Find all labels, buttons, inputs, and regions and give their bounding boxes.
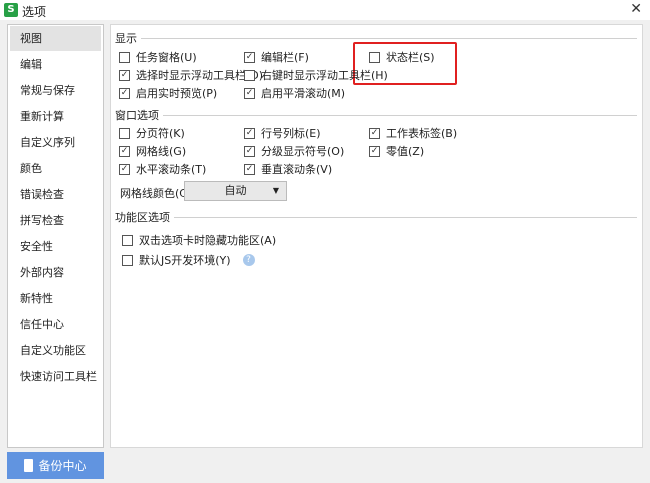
- checkbox-unchecked-icon[interactable]: [122, 234, 133, 246]
- checkbox-checked-icon[interactable]: ✓: [244, 51, 255, 63]
- checkbox-option[interactable]: ✓ 工作表标签(B): [369, 125, 457, 141]
- checkbox-label: 零值(Z): [386, 145, 425, 158]
- sidebar-item[interactable]: 新特性: [10, 286, 101, 311]
- checkbox-unchecked-icon[interactable]: [122, 254, 133, 266]
- checkbox-label: 任务窗格(U): [136, 51, 197, 64]
- checkbox-label: 启用平滑滚动(M): [261, 87, 346, 100]
- checkbox-unchecked-icon[interactable]: [244, 69, 255, 81]
- sidebar-item[interactable]: 快速访问工具栏: [10, 364, 101, 389]
- checkbox-option[interactable]: 右键时显示浮动工具栏(H): [244, 67, 388, 83]
- checkbox-label: 编辑栏(F): [261, 51, 309, 64]
- checkbox-option[interactable]: ✓ 网格线(G): [119, 143, 186, 159]
- checkbox-checked-icon[interactable]: ✓: [369, 127, 380, 139]
- section-window-header: 窗口选项: [115, 107, 637, 123]
- checkbox-checked-icon[interactable]: ✓: [119, 163, 130, 175]
- checkbox-label: 工作表标签(B): [386, 127, 458, 140]
- checkbox-unchecked-icon[interactable]: [119, 127, 130, 139]
- sidebar-item[interactable]: 常规与保存: [10, 78, 101, 103]
- section-title: 功能区选项: [115, 211, 170, 224]
- checkbox-label: 垂直滚动条(V): [261, 163, 333, 176]
- checkbox-label: 右键时显示浮动工具栏(H): [261, 69, 388, 82]
- section-ribbon-header: 功能区选项: [115, 209, 637, 225]
- checkbox-checked-icon[interactable]: ✓: [369, 145, 380, 157]
- help-icon[interactable]: ?: [242, 254, 255, 266]
- checkbox-checked-icon[interactable]: ✓: [244, 87, 255, 99]
- section-title: 窗口选项: [115, 109, 159, 122]
- close-button[interactable]: ✕: [630, 1, 642, 17]
- checkbox-option[interactable]: 双击选项卡时隐藏功能区(A): [122, 232, 276, 248]
- title-bar: S 选项 ✕: [0, 0, 650, 20]
- sidebar-item[interactable]: 重新计算: [10, 104, 101, 129]
- sidebar-item[interactable]: 错误检查: [10, 182, 101, 207]
- checkbox-option[interactable]: ✓ 启用平滑滚动(M): [244, 85, 345, 101]
- checkbox-option[interactable]: ✓ 启用实时预览(P): [119, 85, 217, 101]
- checkbox-label: 行号列标(E): [261, 127, 321, 140]
- divider: [163, 114, 637, 116]
- checkbox-option[interactable]: ✓ 行号列标(E): [244, 125, 321, 141]
- sidebar-item[interactable]: 颜色: [10, 156, 101, 181]
- checkbox-option[interactable]: 状态栏(S): [369, 49, 435, 65]
- checkbox-checked-icon[interactable]: ✓: [244, 163, 255, 175]
- sidebar: 视图 编辑 常规与保存 重新计算 自定义序列 颜色 错误检查 拼写检查 安全性 外部内容 新特性 信任…: [7, 24, 104, 448]
- sidebar-item[interactable]: 信任中心: [10, 312, 101, 337]
- checkbox-unchecked-icon[interactable]: [119, 51, 130, 63]
- checkbox-option[interactable]: 分页符(K): [119, 125, 185, 141]
- checkbox-option[interactable]: ✓ 选择时显示浮动工具栏(D): [119, 67, 263, 83]
- sidebar-item[interactable]: 自定义功能区: [10, 338, 101, 363]
- checkbox-unchecked-icon[interactable]: [369, 51, 380, 63]
- app-logo-icon: S: [4, 3, 18, 17]
- sidebar-item[interactable]: 安全性: [10, 234, 101, 259]
- sidebar-item[interactable]: 拼写检查: [10, 208, 101, 233]
- sidebar-item[interactable]: 外部内容: [10, 260, 101, 285]
- checkbox-label: 网格线(G): [136, 145, 187, 158]
- checkbox-checked-icon[interactable]: ✓: [244, 127, 255, 139]
- divider: [174, 216, 637, 218]
- gridline-color-select[interactable]: 自动 ▼: [184, 181, 287, 201]
- checkbox-label: 状态栏(S): [386, 51, 435, 64]
- checkbox-option[interactable]: ✓ 垂直滚动条(V): [244, 161, 332, 177]
- checkbox-option[interactable]: ✓ 分级显示符号(O): [244, 143, 344, 159]
- window-title: 选项: [22, 5, 47, 19]
- checkbox-label: 默认JS开发环境(Y): [139, 254, 231, 267]
- backup-center-button[interactable]: 备份中心: [7, 452, 104, 479]
- checkbox-option[interactable]: ✓ 水平滚动条(T): [119, 161, 206, 177]
- section-title: 显示: [115, 32, 137, 45]
- checkbox-option[interactable]: 任务窗格(U): [119, 49, 197, 65]
- sidebar-item[interactable]: 自定义序列: [10, 130, 101, 155]
- checkbox-label: 双击选项卡时隐藏功能区(A): [139, 234, 277, 247]
- checkbox-checked-icon[interactable]: ✓: [119, 145, 130, 157]
- document-icon: [24, 459, 34, 472]
- checkbox-option[interactable]: 默认JS开发环境(Y)?: [122, 252, 255, 268]
- checkbox-checked-icon[interactable]: ✓: [244, 145, 255, 157]
- checkbox-label: 分级显示符号(O): [261, 145, 345, 158]
- sidebar-item[interactable]: 编辑: [10, 52, 101, 77]
- divider: [141, 37, 637, 39]
- select-value: 自动: [224, 184, 247, 197]
- sidebar-item[interactable]: 视图: [10, 26, 101, 51]
- checkbox-checked-icon[interactable]: ✓: [119, 69, 130, 81]
- checkbox-label: 水平滚动条(T): [136, 163, 207, 176]
- chevron-down-icon: ▼: [272, 186, 279, 195]
- checkbox-label: 分页符(K): [136, 127, 185, 140]
- checkbox-option[interactable]: ✓ 零值(Z): [369, 143, 424, 159]
- checkbox-checked-icon[interactable]: ✓: [119, 87, 130, 99]
- backup-label: 备份中心: [38, 459, 87, 473]
- checkbox-label: 启用实时预览(P): [136, 87, 218, 100]
- checkbox-option[interactable]: ✓ 编辑栏(F): [244, 49, 309, 65]
